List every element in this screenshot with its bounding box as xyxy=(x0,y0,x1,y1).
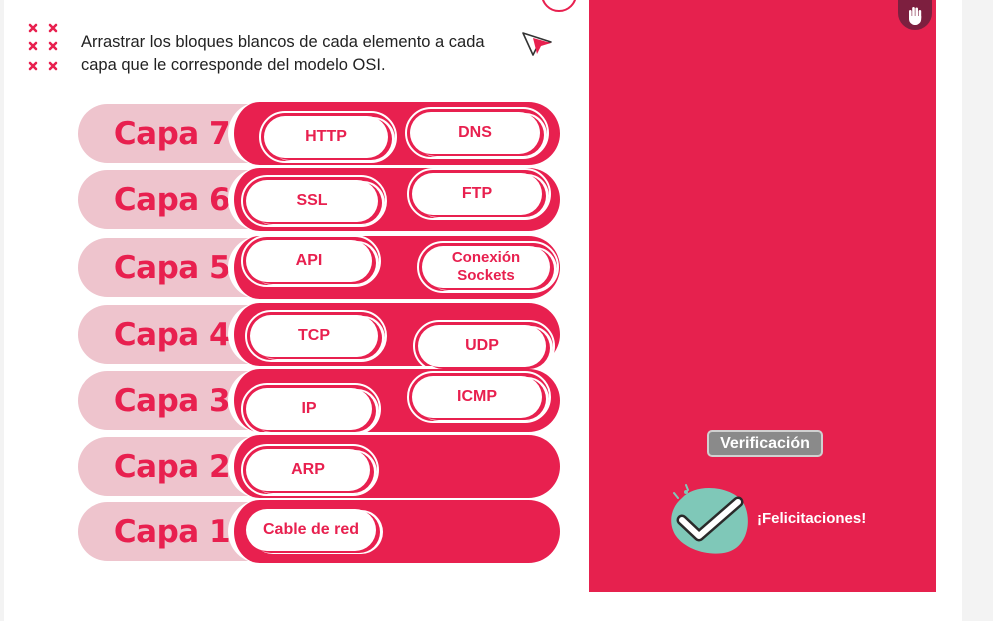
cursor-icon xyxy=(522,32,552,56)
layer-row-6: Capa 6 SSL FTP xyxy=(78,168,560,231)
block-ftp[interactable]: FTP xyxy=(407,168,551,220)
feedback-panel xyxy=(589,0,936,592)
block-ip[interactable]: IP xyxy=(241,383,381,435)
layer-row-3: Capa 3 IP ICMP xyxy=(78,369,560,435)
block-arp[interactable]: ARP xyxy=(241,444,379,496)
check-icon xyxy=(671,484,748,554)
instruction-text: Arrastrar los bloques blancos de cada el… xyxy=(81,33,485,74)
congrats-message: ¡Felicitaciones! xyxy=(757,510,867,527)
block-udp[interactable]: UDP xyxy=(413,320,555,372)
layer-row-7: Capa 7 HTTP DNS xyxy=(78,102,560,165)
layer-row-1: Capa 1 Cable de red xyxy=(78,500,560,563)
block-conexion-sockets[interactable]: Conexión Sockets xyxy=(417,241,559,293)
x-dots-icon xyxy=(28,23,58,71)
layer-row-4: Capa 4 TCP UDP xyxy=(78,303,560,372)
page-margin xyxy=(962,0,993,621)
block-ssl[interactable]: SSL xyxy=(241,175,387,227)
block-dns[interactable]: DNS xyxy=(405,107,549,159)
layer-row-5: Capa 5 API Conexión Sockets xyxy=(78,235,560,299)
hand-icon xyxy=(909,7,922,25)
block-cable-de-red[interactable]: Cable de red xyxy=(246,509,376,551)
block-http[interactable]: HTTP xyxy=(259,111,397,163)
layer-row-2: Capa 2 ARP xyxy=(78,435,560,498)
verify-button[interactable]: Verificación xyxy=(707,430,823,457)
block-icmp[interactable]: ICMP xyxy=(407,371,551,423)
block-api[interactable]: API xyxy=(241,235,381,287)
block-tcp[interactable]: TCP xyxy=(245,310,387,362)
